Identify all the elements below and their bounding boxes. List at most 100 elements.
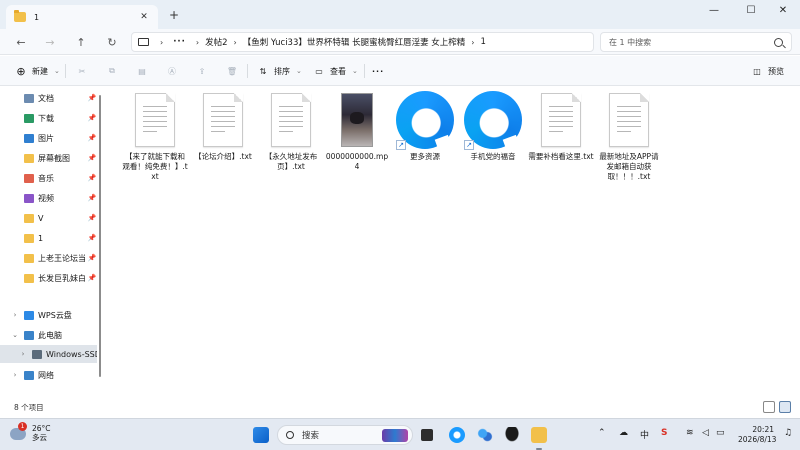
sort-label: 排序: [274, 66, 290, 76]
wps-icon[interactable]: S: [661, 428, 667, 438]
back-button[interactable]: ←: [12, 33, 30, 51]
tray-app-icon[interactable]: ☁: [619, 428, 628, 438]
file-item[interactable]: 0000000000.mp4: [324, 90, 390, 172]
tab-1[interactable]: 1 ✕: [6, 5, 158, 29]
clock[interactable]: 20:21 2026/8/13: [738, 425, 776, 445]
sidebar-item[interactable]: 音乐 📌: [0, 169, 97, 187]
chevron-icon[interactable]: ›: [18, 350, 28, 358]
battery-icon[interactable]: ▭: [716, 428, 725, 438]
file-item[interactable]: 【论坛介绍】.txt: [190, 90, 256, 162]
volume-icon[interactable]: ◁: [702, 428, 709, 438]
preview-pane-icon: ◫: [753, 66, 761, 76]
drive-icon: [32, 349, 42, 359]
network-icon: [24, 370, 34, 380]
wifi-icon[interactable]: ≋: [686, 428, 694, 438]
details-view-button[interactable]: [763, 401, 775, 413]
start-icon[interactable]: [253, 427, 269, 443]
sidebar-item[interactable]: 图片 📌: [0, 129, 97, 147]
breadcrumb[interactable]: › ··· › 发帖2 › 【鱼刺 Yuci33】世界杯特辑 长腿蜜桃臀红唇淫妻…: [131, 32, 594, 52]
text-file-icon: [135, 93, 175, 147]
sort-button[interactable]: ⇅ 排序 ⌄: [256, 63, 302, 79]
tray-chevron-icon[interactable]: ⌃: [598, 428, 606, 438]
sidebar-item-label: WPS云盘: [38, 310, 72, 320]
divider: [247, 64, 248, 78]
rename-button[interactable]: Ⓐ: [165, 63, 183, 79]
pictures-icon: [24, 133, 34, 143]
sidebar-scrollbar[interactable]: [99, 95, 101, 377]
search-input[interactable]: 在 1 中搜索: [600, 32, 792, 52]
close-tab-icon[interactable]: ✕: [138, 12, 150, 22]
sidebar-tree-item[interactable]: ⌄ 此电脑: [0, 326, 97, 344]
breadcrumb-item[interactable]: 1: [481, 37, 486, 47]
sidebar-item[interactable]: 上老王论坛当 📌: [0, 249, 97, 267]
notification-bell-icon[interactable]: ♫: [784, 428, 792, 438]
file-thumbnail: [528, 90, 594, 150]
file-explorer-icon[interactable]: [531, 427, 547, 443]
divider: [65, 64, 66, 78]
maximize-button[interactable]: ☐: [734, 0, 768, 20]
sidebar-item[interactable]: 屏幕截图 📌: [0, 149, 97, 167]
folder-icon: [24, 253, 34, 263]
sidebar-item[interactable]: 下载 📌: [0, 109, 97, 127]
pin-icon: 📌: [87, 274, 97, 282]
file-item[interactable]: 需要补档看这里.txt: [528, 90, 594, 162]
trash-icon: 🗑: [226, 66, 238, 76]
pin-icon: 📌: [87, 194, 97, 202]
sidebar-item[interactable]: 视频 📌: [0, 189, 97, 207]
file-name: 【来了就能下载和观看！纯免费！】.txt: [122, 152, 188, 181]
cut-button[interactable]: ✂: [75, 63, 93, 79]
sidebar-item-label: 上老王论坛当: [38, 253, 86, 263]
file-item[interactable]: 最新地址及APP请发邮箱自动获取！！！.txt: [596, 90, 662, 182]
sidebar-tree-item[interactable]: › Windows-SSD: [0, 345, 97, 363]
file-name: 【永久地址发布页】.txt: [264, 152, 318, 171]
file-list: 【来了就能下载和观看！纯免费！】.txt 【论坛介绍】.txt 【永久地址发布页】.…: [106, 87, 800, 397]
forward-button[interactable]: →: [41, 33, 59, 51]
file-item[interactable]: ↗ 更多资源: [392, 90, 458, 162]
app-icon[interactable]: [477, 427, 493, 443]
breadcrumb-item[interactable]: 【鱼刺 Yuci33】世界杯特辑 长腿蜜桃臀红唇淫妻 女上榨精: [243, 36, 466, 48]
breadcrumb-item[interactable]: 发帖2: [205, 36, 227, 48]
chevron-down-icon: ⌄: [54, 67, 60, 75]
paste-button[interactable]: ▤: [135, 63, 153, 79]
file-thumbnail: [258, 90, 324, 150]
sidebar-item[interactable]: 1 📌: [0, 229, 97, 247]
delete-button[interactable]: 🗑: [225, 63, 243, 79]
preview-button[interactable]: ◫ 预览: [750, 63, 784, 79]
sidebar-item[interactable]: V 📌: [0, 209, 97, 227]
weather-temp: 26°C: [32, 424, 51, 433]
taskbar-search[interactable]: 搜索: [277, 425, 413, 445]
task-view-icon[interactable]: [421, 429, 433, 441]
new-tab-button[interactable]: +: [167, 8, 181, 22]
view-button[interactable]: ▭ 查看 ⌄: [312, 63, 358, 79]
chevron-icon[interactable]: ›: [10, 311, 20, 319]
file-item[interactable]: ↗ 手机党的福音: [460, 90, 526, 162]
file-item[interactable]: 【永久地址发布页】.txt: [258, 90, 324, 172]
sidebar-item-label: 屏幕截图: [38, 153, 70, 163]
new-button[interactable]: ⊕ 新建 ⌄: [14, 63, 60, 79]
pin-icon: 📌: [87, 234, 97, 242]
pin-icon: 📌: [87, 174, 97, 182]
sidebar-tree-item[interactable]: › 网络: [0, 366, 97, 384]
sidebar-item[interactable]: 长发巨乳妹白 📌: [0, 269, 97, 287]
breadcrumb-more[interactable]: ···: [173, 37, 186, 47]
tiles-view-button[interactable]: [779, 401, 791, 413]
search-icon: [286, 431, 294, 439]
refresh-button[interactable]: ↻: [103, 33, 121, 51]
view-label: 查看: [330, 66, 346, 76]
copy-button[interactable]: ⧉: [105, 63, 123, 79]
minimize-button[interactable]: —: [697, 0, 731, 20]
sidebar-tree-item[interactable]: › WPS云盘: [0, 306, 97, 324]
shortcut-arrow-icon: ↗: [396, 140, 406, 150]
file-item[interactable]: 【来了就能下载和观看！纯免费！】.txt: [122, 90, 188, 182]
share-button[interactable]: ⇪: [195, 63, 213, 79]
chevron-icon[interactable]: ›: [10, 371, 20, 379]
qq-icon[interactable]: [504, 427, 520, 443]
more-options-button[interactable]: ···: [372, 63, 384, 79]
close-window-button[interactable]: ✕: [766, 0, 800, 20]
browser-icon[interactable]: [449, 427, 465, 443]
up-button[interactable]: ↑: [72, 33, 90, 51]
weather-widget[interactable]: 1 26°C 多云: [10, 422, 51, 442]
input-method-indicator[interactable]: 中: [640, 428, 649, 441]
chevron-icon[interactable]: ⌄: [10, 331, 20, 339]
sidebar-item[interactable]: 文档 📌: [0, 89, 97, 107]
